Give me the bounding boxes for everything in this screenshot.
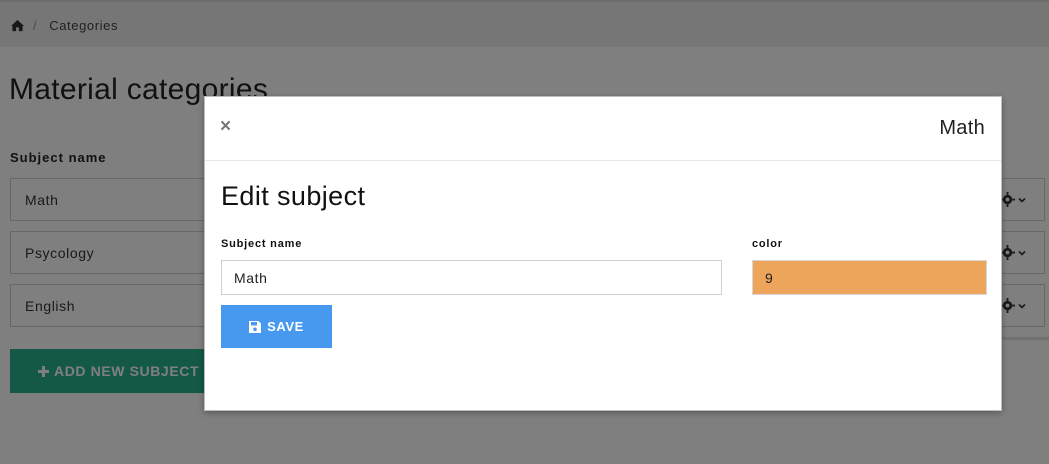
modal-subject-title: Math: [939, 117, 985, 139]
subject-name-input[interactable]: [221, 260, 722, 295]
color-input[interactable]: [752, 260, 987, 295]
save-button-label: SAVE: [267, 319, 304, 334]
modal-heading: Edit subject: [221, 181, 366, 211]
color-label: color: [752, 238, 783, 250]
subject-name-label: Subject name: [221, 238, 303, 250]
save-button[interactable]: SAVE: [221, 305, 332, 348]
modal-header: × Math: [205, 97, 1001, 161]
floppy-disk-icon: [249, 320, 262, 333]
edit-subject-modal: × Math Edit subject Subject name color S…: [204, 96, 1002, 411]
close-button[interactable]: ×: [220, 116, 234, 138]
